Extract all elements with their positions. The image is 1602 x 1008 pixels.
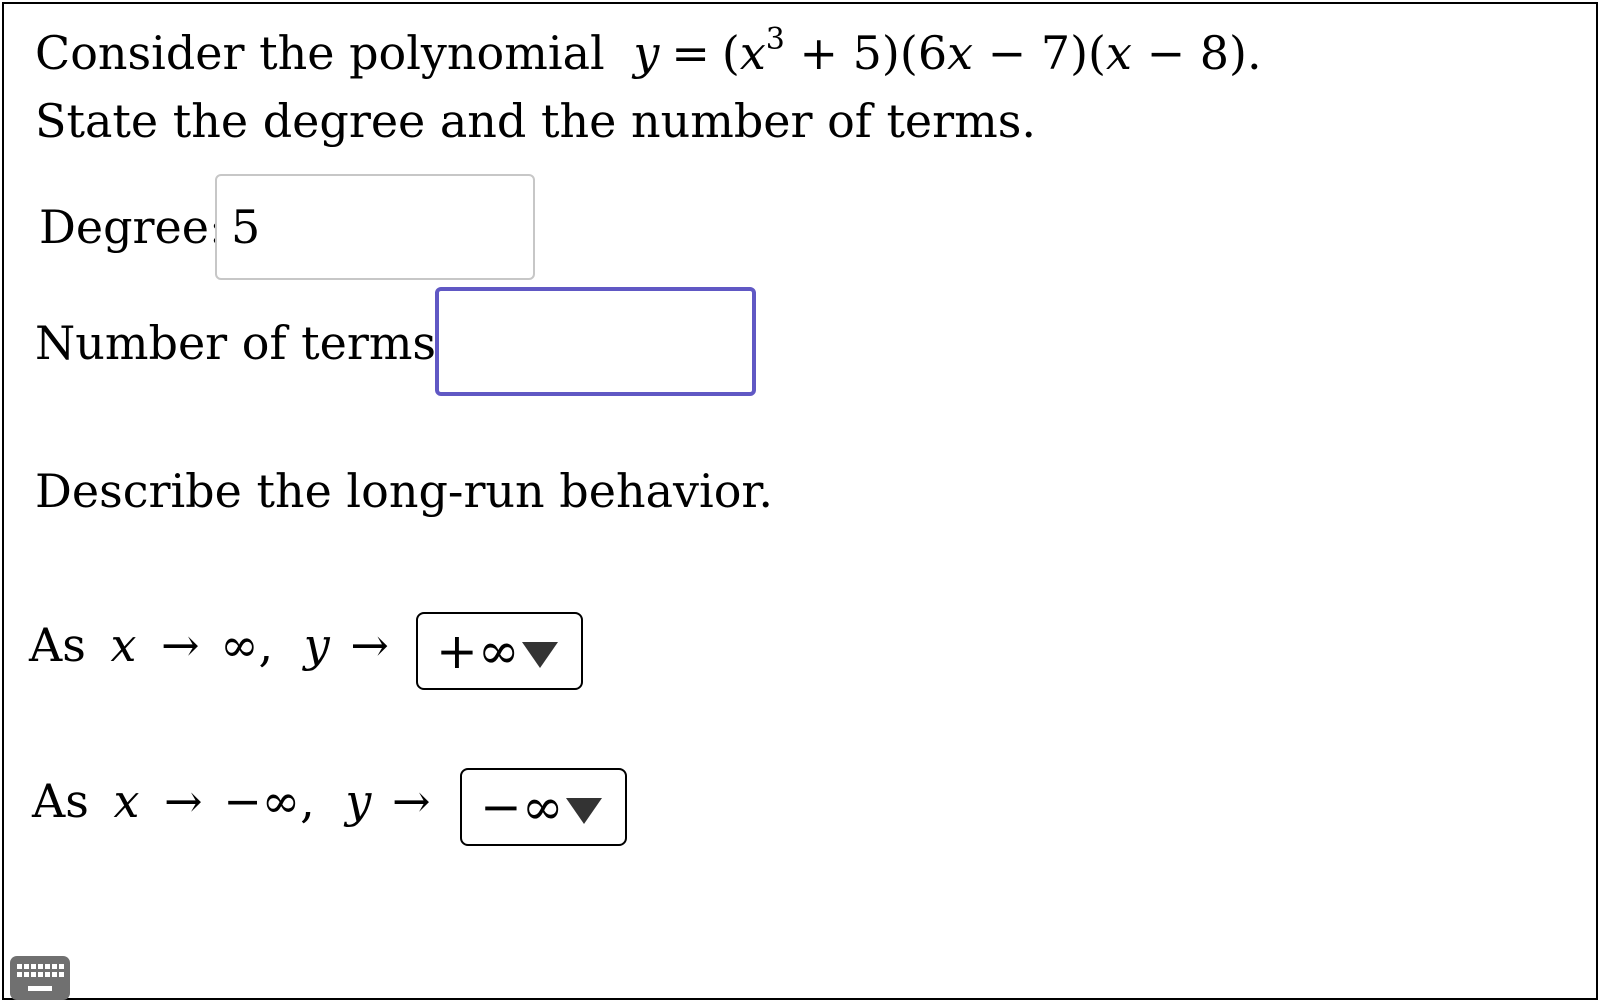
neg-arrow1: → (164, 774, 203, 828)
long-run-pos-statement: As x → ∞, y → (29, 622, 389, 668)
caret-down-icon (565, 798, 602, 824)
neg-x: x (113, 774, 140, 828)
pos-y: y (303, 618, 330, 672)
degree-value: 5 (231, 200, 261, 254)
neg-arrow2: → (391, 774, 431, 828)
terms-input[interactable] (435, 287, 756, 396)
pos-x: x (110, 618, 137, 672)
pos-arrow1: → (161, 618, 200, 672)
neg-selected-value: −∞ (480, 778, 564, 836)
poly-x: x (739, 26, 766, 80)
caret-down-icon (521, 642, 558, 668)
pos-limit: ∞, (220, 618, 274, 672)
poly-eq: = (671, 26, 710, 80)
instruction-text: State the degree and the number of terms… (35, 94, 1036, 148)
poly-x2: x (947, 26, 974, 80)
pos-selected-value: +∞ (436, 622, 520, 680)
long-run-pos-select[interactable]: +∞ (416, 612, 583, 690)
long-run-heading: Describe the long-run behavior. (35, 464, 773, 518)
poly-exponent: 3 (765, 22, 785, 57)
poly-x3: x (1106, 26, 1132, 80)
long-run-neg-select[interactable]: −∞ (460, 768, 627, 846)
long-run-neg-statement: As x → −∞, y → (32, 778, 430, 824)
keyboard-toggle-button[interactable] (10, 956, 70, 1000)
question-polynomial: Consider the polynomial y = (x3 + 5)(6x − … (35, 25, 1262, 77)
neg-as: As (32, 774, 89, 828)
intro-text: Consider the polynomial (35, 26, 605, 80)
degree-input[interactable]: 5 (215, 174, 535, 280)
poly-factor3: − 8). (1146, 26, 1262, 80)
pos-arrow2: → (350, 618, 389, 672)
terms-label: Number of terms: (35, 316, 452, 370)
keyboard-icon (17, 964, 64, 991)
poly-y: y (633, 26, 660, 80)
poly-factor2: − 7)( (987, 26, 1106, 80)
poly-factor1: + 5)(6 (799, 26, 948, 80)
pos-as: As (29, 618, 86, 672)
poly-open: ( (721, 26, 740, 80)
neg-y: y (345, 774, 372, 828)
degree-label: Degree: (39, 200, 225, 254)
neg-limit: −∞, (223, 774, 315, 828)
